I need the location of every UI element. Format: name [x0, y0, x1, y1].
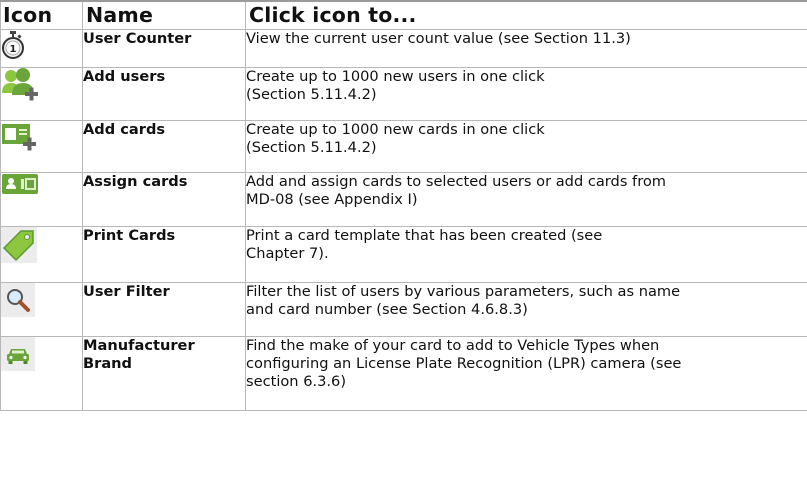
row-name: User Counter	[83, 30, 192, 47]
name-cell: Add cards	[82, 120, 246, 173]
desc-cell: View the current user count value (see S…	[245, 29, 807, 68]
magnifier-icon[interactable]	[1, 283, 35, 317]
desc-cell: Find the make of your card to add to Veh…	[245, 336, 807, 411]
desc-cell: Create up to 1000 new users in one click…	[245, 67, 807, 121]
desc-line: View the current user count value (see S…	[246, 30, 631, 47]
name-cell: Add users	[82, 67, 246, 121]
icon-cell	[0, 172, 83, 227]
table-row: Print Cards Print a card template that h…	[0, 226, 807, 283]
name-cell: Assign cards	[82, 172, 246, 227]
svg-text:1: 1	[10, 44, 17, 55]
desc-line: Print a card template that has been crea…	[246, 227, 603, 244]
header-icon: Icon	[0, 0, 83, 30]
name-cell: Print Cards	[82, 226, 246, 283]
desc-line: section 6.3.6)	[246, 373, 347, 390]
table-row: Manufacturer Brand Find the make of your…	[0, 336, 807, 411]
icon-cell: 1	[0, 29, 83, 68]
desc-line: Create up to 1000 new users in one click	[246, 68, 545, 85]
desc-line: and card number (see Section 4.6.8.3)	[246, 301, 528, 318]
table-row: 1 User Counter View the current user cou…	[0, 29, 807, 68]
table-row: Add cards Create up to 1000 new cards in…	[0, 120, 807, 173]
row-name: User Filter	[83, 283, 170, 300]
icon-cell	[0, 67, 83, 121]
table-row: Assign cards Add and assign cards to sel…	[0, 172, 807, 227]
add-cards-icon[interactable]	[1, 121, 39, 153]
header-row: Icon Name Click icon to...	[0, 0, 807, 30]
desc-cell: Add and assign cards to selected users o…	[245, 172, 807, 227]
car-icon[interactable]	[1, 337, 35, 371]
header-name: Name	[82, 0, 246, 30]
row-name: Add users	[83, 68, 166, 85]
price-tag-icon[interactable]	[1, 227, 37, 263]
desc-line: Find the make of your card to add to Veh…	[246, 337, 660, 354]
header-action: Click icon to...	[245, 0, 807, 30]
icon-cell	[0, 282, 83, 337]
name-cell: User Filter	[82, 282, 246, 337]
desc-cell: Create up to 1000 new cards in one click…	[245, 120, 807, 173]
desc-line: (Section 5.11.4.2)	[246, 139, 377, 156]
stopwatch-icon[interactable]: 1	[1, 30, 25, 60]
row-name: Manufacturer	[83, 337, 195, 354]
desc-cell: Filter the list of users by various para…	[245, 282, 807, 337]
desc-line: Filter the list of users by various para…	[246, 283, 681, 300]
desc-line: configuring an License Plate Recognition…	[246, 355, 682, 372]
name-cell: Manufacturer Brand	[82, 336, 246, 411]
add-users-icon[interactable]	[1, 68, 39, 102]
desc-line: MD-08 (see Appendix I)	[246, 191, 418, 208]
icon-cell	[0, 226, 83, 283]
icon-reference-table: Icon Name Click icon to... 1 User Counte…	[0, 0, 807, 411]
row-name: Print Cards	[83, 227, 176, 244]
row-name: Add cards	[83, 121, 166, 138]
desc-line: Add and assign cards to selected users o…	[246, 173, 667, 190]
row-name: Assign cards	[83, 173, 188, 190]
table-row: User Filter Filter the list of users by …	[0, 282, 807, 337]
assign-cards-icon[interactable]	[1, 173, 39, 195]
table-row: Add users Create up to 1000 new users in…	[0, 67, 807, 121]
icon-cell	[0, 336, 83, 411]
desc-line: Chapter 7).	[246, 245, 329, 262]
desc-cell: Print a card template that has been crea…	[245, 226, 807, 283]
name-cell: User Counter	[82, 29, 246, 68]
row-name: Brand	[83, 355, 133, 372]
desc-line: (Section 5.11.4.2)	[246, 86, 377, 103]
desc-line: Create up to 1000 new cards in one click	[246, 121, 545, 138]
icon-cell	[0, 120, 83, 173]
